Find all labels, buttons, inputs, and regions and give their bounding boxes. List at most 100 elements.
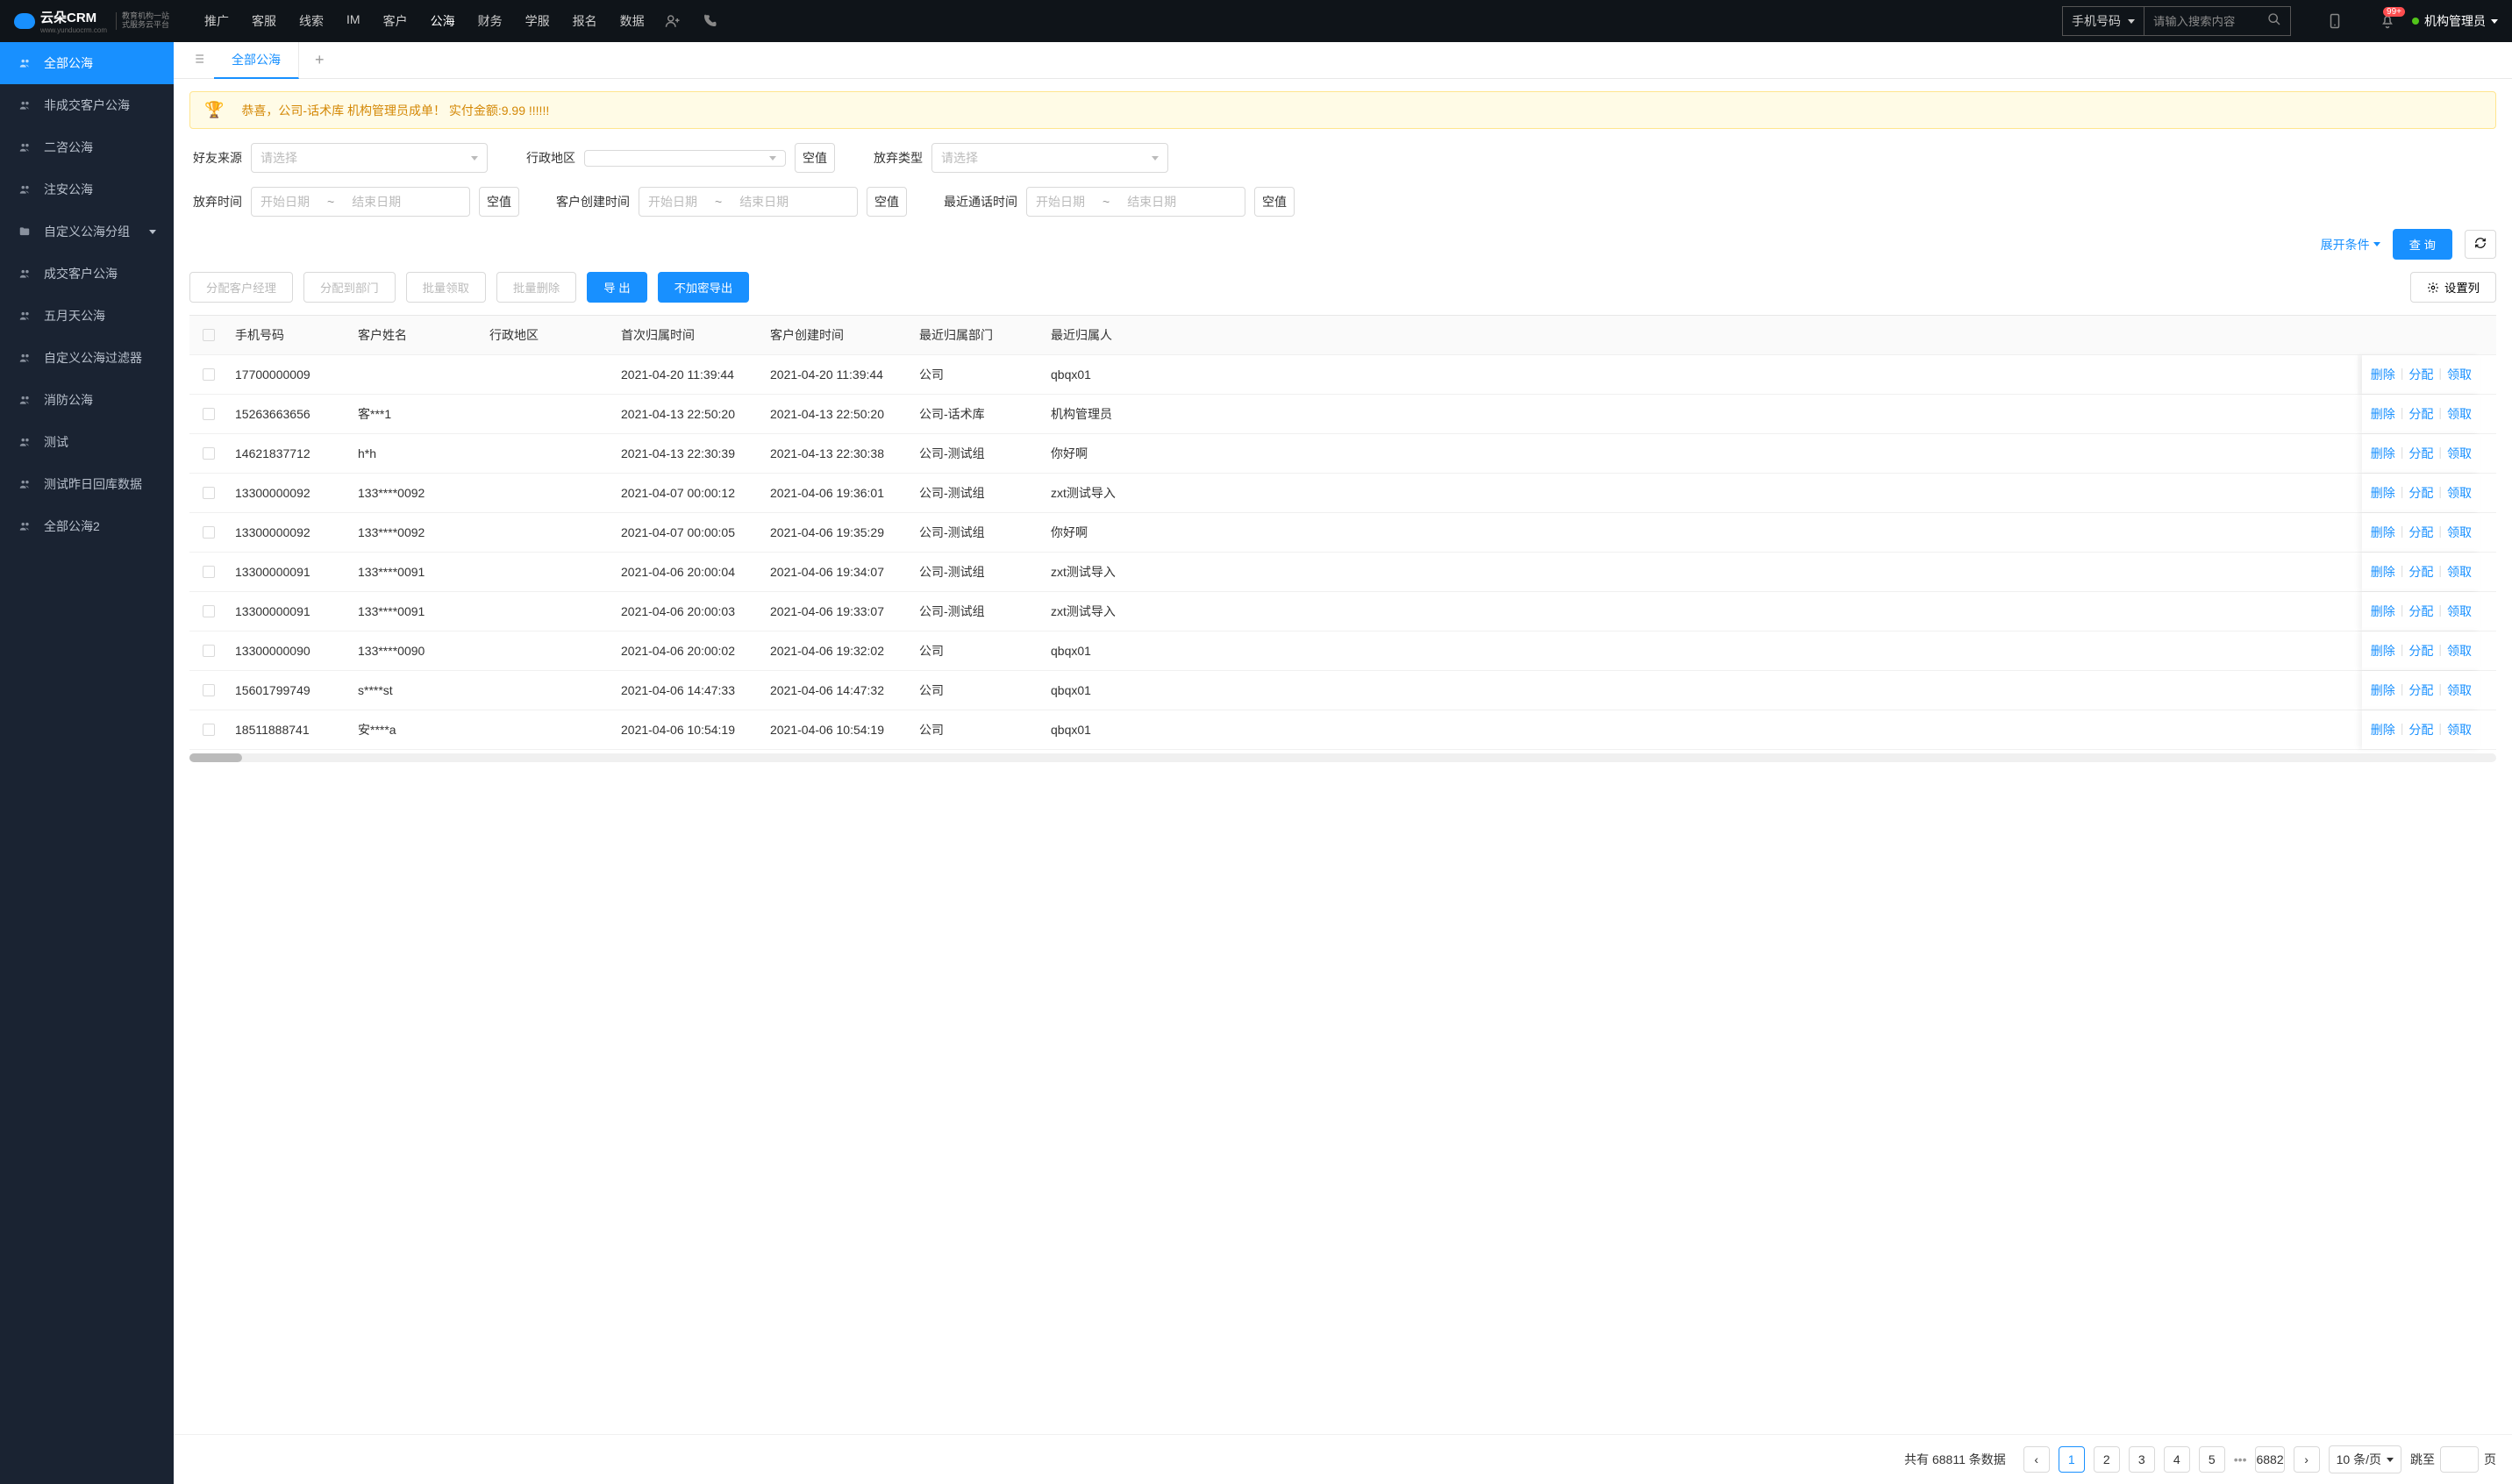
assign-link[interactable]: 分配 (2409, 445, 2433, 462)
delete-link[interactable]: 删除 (2371, 366, 2395, 383)
abandon-time-empty-button[interactable]: 空值 (479, 187, 519, 217)
abandon-time-range[interactable]: 开始日期~结束日期 (251, 187, 470, 217)
logo[interactable]: 云朵CRM www.yunduocrm.com 教育机构一站式服务云平台 (14, 8, 169, 34)
add-user-icon[interactable] (664, 12, 682, 30)
delete-link[interactable]: 删除 (2371, 563, 2395, 581)
horizontal-scrollbar[interactable] (189, 753, 2496, 762)
create-time-range[interactable]: 开始日期~结束日期 (639, 187, 858, 217)
claim-link[interactable]: 领取 (2447, 721, 2472, 738)
export-button[interactable]: 导 出 (587, 272, 646, 303)
delete-link[interactable]: 删除 (2371, 603, 2395, 620)
sidebar-item[interactable]: 非成交客户公海 (0, 84, 174, 126)
last-call-empty-button[interactable]: 空值 (1254, 187, 1295, 217)
sidebar-item[interactable]: 自定义公海分组 (0, 210, 174, 253)
topmenu-item[interactable]: 客服 (252, 12, 276, 30)
pager-page-button[interactable]: 1 (2059, 1446, 2085, 1473)
batch-delete-button[interactable]: 批量删除 (496, 272, 576, 303)
delete-link[interactable]: 删除 (2371, 524, 2395, 541)
sidebar-item[interactable]: 消防公海 (0, 379, 174, 421)
topmenu-item[interactable]: 线索 (299, 12, 324, 30)
expand-filters-link[interactable]: 展开条件 (2321, 236, 2380, 253)
topmenu-item[interactable]: 客户 (383, 12, 408, 30)
pager-jump-input[interactable] (2440, 1446, 2479, 1473)
export-plain-button[interactable]: 不加密导出 (658, 272, 750, 303)
delete-link[interactable]: 删除 (2371, 642, 2395, 660)
row-checkbox[interactable] (203, 605, 215, 617)
pager-next-button[interactable]: › (2294, 1446, 2320, 1473)
assign-manager-button[interactable]: 分配客户经理 (189, 272, 293, 303)
tab-add-button[interactable]: + (299, 51, 340, 69)
claim-link[interactable]: 领取 (2447, 405, 2472, 423)
row-checkbox[interactable] (203, 368, 215, 381)
delete-link[interactable]: 删除 (2371, 721, 2395, 738)
sidebar-item[interactable]: 全部公海 (0, 42, 174, 84)
row-checkbox[interactable] (203, 526, 215, 539)
assign-link[interactable]: 分配 (2409, 524, 2433, 541)
sidebar-item[interactable]: 测试 (0, 421, 174, 463)
row-checkbox[interactable] (203, 408, 215, 420)
row-checkbox[interactable] (203, 645, 215, 657)
search-button[interactable] (2259, 7, 2290, 35)
topmenu-item[interactable]: 学服 (525, 12, 550, 30)
claim-link[interactable]: 领取 (2447, 524, 2472, 541)
select-all-checkbox[interactable] (203, 329, 215, 341)
row-checkbox[interactable] (203, 487, 215, 499)
assign-link[interactable]: 分配 (2409, 484, 2433, 502)
search-input[interactable] (2144, 7, 2259, 35)
pager-page-button[interactable]: 2 (2094, 1446, 2120, 1473)
assign-link[interactable]: 分配 (2409, 642, 2433, 660)
create-time-empty-button[interactable]: 空值 (867, 187, 907, 217)
row-checkbox[interactable] (203, 447, 215, 460)
refresh-button[interactable] (2465, 230, 2496, 259)
sidebar-item[interactable]: 五月天公海 (0, 295, 174, 337)
region-select[interactable] (584, 150, 786, 167)
delete-link[interactable]: 删除 (2371, 405, 2395, 423)
tab-all-public[interactable]: 全部公海 (214, 42, 299, 79)
abandon-type-select[interactable]: 请选择 (931, 143, 1168, 173)
claim-link[interactable]: 领取 (2447, 681, 2472, 699)
query-button[interactable]: 查 询 (2393, 229, 2452, 260)
claim-link[interactable]: 领取 (2447, 366, 2472, 383)
topmenu-item[interactable]: 报名 (573, 12, 597, 30)
last-call-range[interactable]: 开始日期~结束日期 (1026, 187, 1245, 217)
sidebar-item[interactable]: 测试昨日回库数据 (0, 463, 174, 505)
delete-link[interactable]: 删除 (2371, 445, 2395, 462)
claim-link[interactable]: 领取 (2447, 484, 2472, 502)
delete-link[interactable]: 删除 (2371, 484, 2395, 502)
friend-source-select[interactable]: 请选择 (251, 143, 488, 173)
assign-link[interactable]: 分配 (2409, 366, 2433, 383)
sidebar-item[interactable]: 二咨公海 (0, 126, 174, 168)
pager-page-button[interactable]: 3 (2129, 1446, 2155, 1473)
sidebar-item[interactable]: 全部公海2 (0, 505, 174, 547)
pager-page-button[interactable]: 5 (2199, 1446, 2225, 1473)
pager-prev-button[interactable]: ‹ (2023, 1446, 2050, 1473)
delete-link[interactable]: 删除 (2371, 681, 2395, 699)
region-empty-button[interactable]: 空值 (795, 143, 835, 173)
sidebar-item[interactable]: 自定义公海过滤器 (0, 337, 174, 379)
assign-dept-button[interactable]: 分配到部门 (303, 272, 396, 303)
assign-link[interactable]: 分配 (2409, 721, 2433, 738)
mobile-icon[interactable] (2326, 12, 2344, 30)
sidebar-item[interactable]: 注安公海 (0, 168, 174, 210)
claim-link[interactable]: 领取 (2447, 445, 2472, 462)
topmenu-item[interactable]: 推广 (204, 12, 229, 30)
assign-link[interactable]: 分配 (2409, 405, 2433, 423)
assign-link[interactable]: 分配 (2409, 563, 2433, 581)
claim-link[interactable]: 领取 (2447, 603, 2472, 620)
sidebar-item[interactable]: 成交客户公海 (0, 253, 174, 295)
row-checkbox[interactable] (203, 724, 215, 736)
topmenu-item[interactable]: IM (346, 12, 360, 30)
claim-link[interactable]: 领取 (2447, 563, 2472, 581)
topmenu-item[interactable]: 财务 (478, 12, 503, 30)
user-menu[interactable]: 机构管理员 (2412, 12, 2498, 30)
search-type-select[interactable]: 手机号码 (2063, 7, 2144, 35)
set-columns-button[interactable]: 设置列 (2410, 272, 2496, 303)
row-checkbox[interactable] (203, 684, 215, 696)
phone-icon[interactable] (701, 12, 718, 30)
pager-size-select[interactable]: 10 条/页 (2329, 1445, 2401, 1473)
claim-link[interactable]: 领取 (2447, 642, 2472, 660)
assign-link[interactable]: 分配 (2409, 603, 2433, 620)
tab-list-icon[interactable] (182, 52, 214, 68)
row-checkbox[interactable] (203, 566, 215, 578)
pager-page-button[interactable]: 4 (2164, 1446, 2190, 1473)
